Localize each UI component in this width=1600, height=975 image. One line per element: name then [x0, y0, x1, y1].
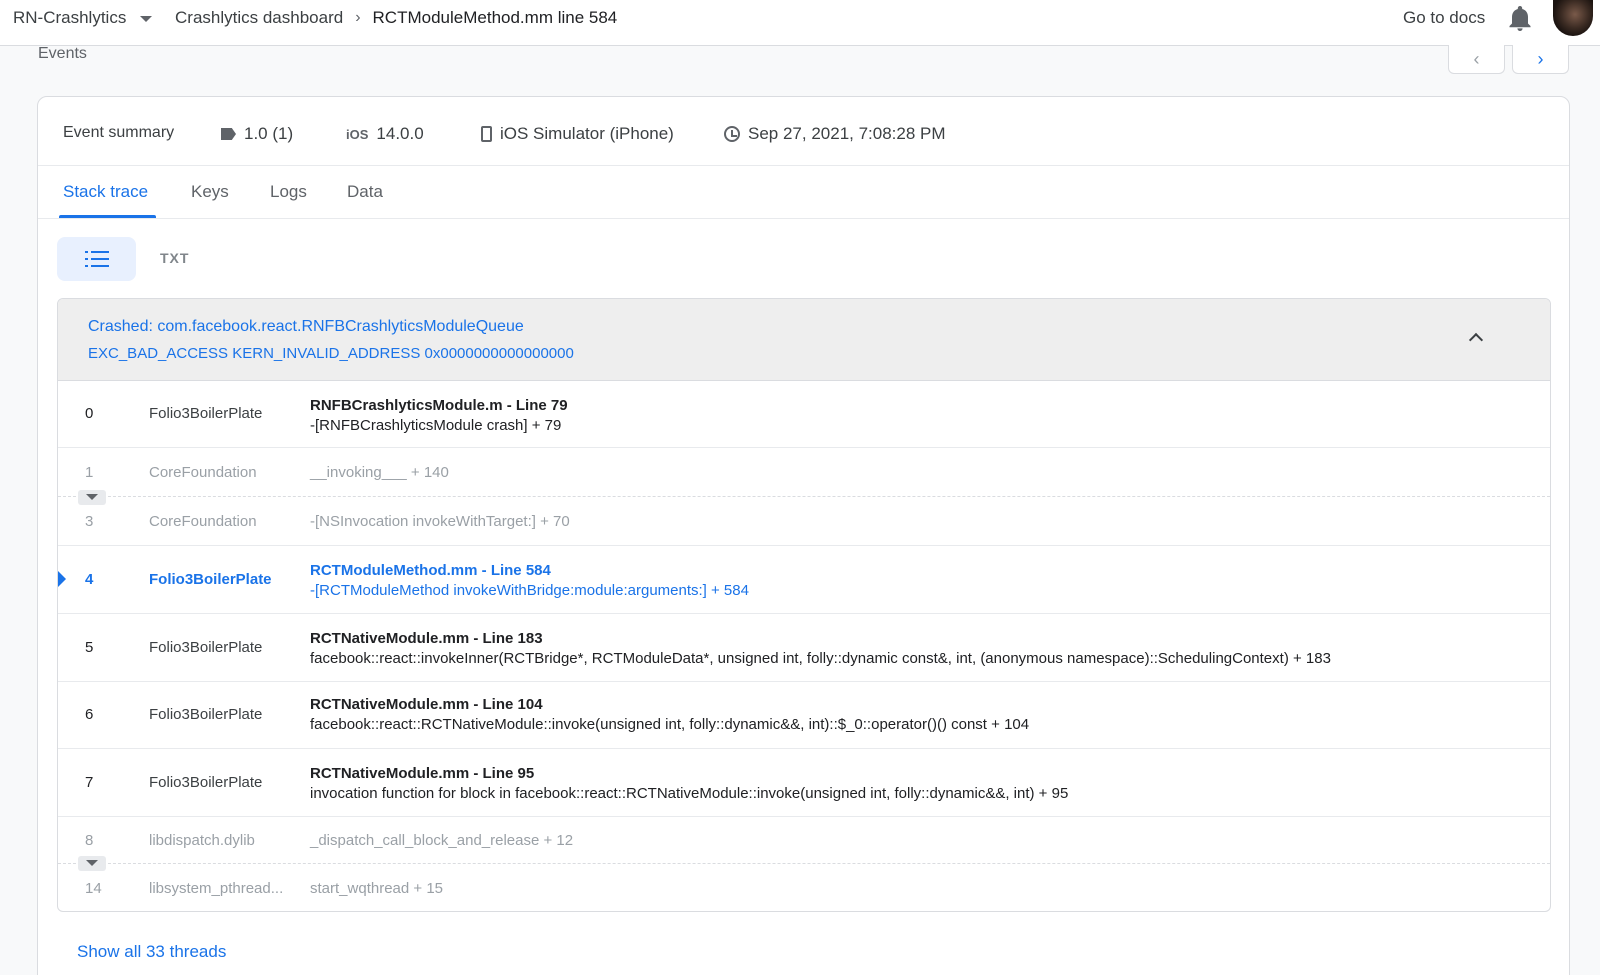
clock-icon: [724, 126, 740, 142]
stack-frame[interactable]: 0 Folio3BoilerPlate RNFBCrashlyticsModul…: [58, 381, 1550, 448]
frame-symbol: RCTModuleMethod.mm - Line 584 -[RCTModul…: [310, 562, 749, 599]
app-version-value: 1.0 (1): [244, 124, 294, 143]
event-time-value: Sep 27, 2021, 7:08:28 PM: [748, 124, 946, 143]
stack-frame[interactable]: 8 libdispatch.dylib _dispatch_call_block…: [58, 817, 1550, 864]
exception-type: EXC_BAD_ACCESS KERN_INVALID_ADDRESS 0x00…: [88, 345, 574, 362]
next-event-button[interactable]: ›: [1512, 45, 1569, 74]
avatar[interactable]: [1553, 0, 1593, 36]
frame-symbol: _dispatch_call_block_and_release + 12: [310, 832, 573, 849]
frame-detail: -[NSInvocation invokeWithTarget:] + 70: [310, 513, 570, 530]
breadcrumb: Crashlytics dashboard › RCTModuleMethod.…: [175, 8, 617, 28]
show-all-threads-link[interactable]: Show all 33 threads: [77, 942, 226, 962]
frame-symbol: __invoking___ + 140: [310, 464, 449, 481]
event-card: Event summary 1.0 (1) iOS 14.0.0 iOS Sim…: [37, 96, 1570, 975]
breadcrumb-current: RCTModuleMethod.mm line 584: [372, 8, 618, 27]
frame-detail: -[RCTModuleMethod invokeWithBridge:modul…: [310, 582, 749, 599]
list-icon: [84, 250, 109, 268]
frame-number: 5: [85, 639, 94, 656]
go-to-docs-link[interactable]: Go to docs: [1403, 8, 1485, 28]
frame-library: CoreFoundation: [149, 464, 257, 481]
frame-symbol: start_wqthread + 15: [310, 880, 443, 897]
frame-library: Folio3BoilerPlate: [149, 706, 263, 723]
event-time: Sep 27, 2021, 7:08:28 PM: [724, 124, 946, 144]
tag-icon: [221, 128, 236, 140]
crashed-thread-title: Crashed: com.facebook.react.RNFBCrashlyt…: [88, 318, 524, 335]
frame-symbol: RCTNativeModule.mm - Line 183 facebook::…: [310, 630, 1331, 667]
list-view-toggle[interactable]: [57, 237, 136, 281]
chevron-down-icon: [140, 16, 153, 22]
phone-icon: [481, 126, 492, 142]
events-label: Events: [38, 45, 87, 62]
frame-number: 7: [85, 774, 94, 791]
frame-symbol: -[NSInvocation invokeWithTarget:] + 70: [310, 513, 570, 530]
chevron-right-icon: ›: [355, 9, 361, 26]
os-version-value: 14.0.0: [376, 124, 424, 143]
frame-library: Folio3BoilerPlate: [149, 571, 272, 588]
frame-detail: start_wqthread + 15: [310, 880, 444, 897]
ios-icon: iOS: [346, 126, 369, 142]
frame-symbol: RCTNativeModule.mm - Line 104 facebook::…: [310, 696, 1029, 733]
frame-library: Folio3BoilerPlate: [149, 405, 263, 422]
top-bar: RN-Crashlytics Crashlytics dashboard › R…: [0, 0, 1600, 46]
crashed-thread: Crashed: com.facebook.react.RNFBCrashlyt…: [57, 298, 1551, 912]
app-version: 1.0 (1): [221, 124, 293, 144]
project-name: RN-Crashlytics: [13, 8, 127, 27]
stack-frame-highlighted[interactable]: 4 Folio3BoilerPlate RCTModuleMethod.mm -…: [58, 546, 1550, 614]
frame-file: RCTNativeModule.mm - Line 104: [310, 696, 543, 713]
txt-view-toggle[interactable]: TXT: [160, 250, 189, 266]
frame-number: 4: [85, 571, 94, 588]
frame-file: RNFBCrashlyticsModule.m - Line 79: [310, 397, 568, 414]
frame-detail: invocation function for block in faceboo…: [310, 785, 1069, 802]
event-summary-title: Event summary: [63, 124, 175, 141]
frame-number: 8: [85, 832, 94, 849]
tab-stack-trace[interactable]: Stack trace: [63, 182, 148, 202]
event-tabs: Stack trace Keys Logs Data: [38, 166, 1569, 219]
frame-number: 0: [85, 405, 94, 422]
frame-file: RCTModuleMethod.mm - Line 584: [310, 562, 551, 579]
frame-number: 14: [85, 880, 102, 897]
frame-detail: _dispatch_call_block_and_release + 12: [310, 832, 574, 849]
previous-event-button[interactable]: ‹: [1448, 45, 1505, 74]
chevron-right-icon: ›: [1537, 48, 1544, 69]
stack-frame[interactable]: 14 libsystem_pthread... start_wqthread +…: [58, 864, 1550, 911]
stack-frame[interactable]: 5 Folio3BoilerPlate RCTNativeModule.mm -…: [58, 614, 1550, 682]
frame-detail: -[RNFBCrashlyticsModule crash] + 79: [310, 417, 562, 434]
stack-frame[interactable]: 7 Folio3BoilerPlate RCTNativeModule.mm -…: [58, 749, 1550, 817]
frame-number: 3: [85, 513, 94, 530]
triangle-right-icon: [58, 571, 66, 587]
stack-frame[interactable]: 1 CoreFoundation __invoking___ + 140: [58, 448, 1550, 497]
frame-library: Folio3BoilerPlate: [149, 774, 263, 791]
frame-library: libdispatch.dylib: [149, 832, 255, 849]
active-tab-indicator: [59, 215, 156, 218]
device: iOS Simulator (iPhone): [481, 124, 674, 144]
chevron-up-icon[interactable]: [1467, 329, 1485, 347]
stack-frame[interactable]: 3 CoreFoundation -[NSInvocation invokeWi…: [58, 497, 1550, 546]
frame-symbol: RCTNativeModule.mm - Line 95 invocation …: [310, 765, 1068, 802]
frame-number: 1: [85, 464, 94, 481]
frame-file: RCTNativeModule.mm - Line 183: [310, 630, 543, 647]
tab-data[interactable]: Data: [347, 182, 383, 202]
project-selector[interactable]: RN-Crashlytics: [13, 8, 153, 28]
frame-number: 6: [85, 706, 94, 723]
chevron-left-icon: ‹: [1473, 48, 1480, 69]
bell-icon[interactable]: [1508, 6, 1532, 32]
frame-library: libsystem_pthread...: [149, 880, 284, 897]
frame-detail: __invoking___ + 140: [310, 464, 449, 481]
os-version: iOS 14.0.0: [346, 124, 424, 144]
frame-library: CoreFoundation: [149, 513, 257, 530]
device-value: iOS Simulator (iPhone): [500, 124, 674, 143]
breadcrumb-dashboard-link[interactable]: Crashlytics dashboard: [175, 8, 343, 28]
frame-detail: facebook::react::RCTNativeModule::invoke…: [310, 716, 1030, 733]
thread-header[interactable]: Crashed: com.facebook.react.RNFBCrashlyt…: [58, 299, 1550, 381]
event-summary: Event summary 1.0 (1) iOS 14.0.0 iOS Sim…: [38, 97, 1569, 166]
frame-file: RCTNativeModule.mm - Line 95: [310, 765, 535, 782]
frame-library: Folio3BoilerPlate: [149, 639, 263, 656]
stack-frame[interactable]: 6 Folio3BoilerPlate RCTNativeModule.mm -…: [58, 682, 1550, 749]
tab-keys[interactable]: Keys: [191, 182, 229, 202]
frame-detail: facebook::react::invokeInner(RCTBridge*,…: [310, 650, 1331, 667]
tab-logs[interactable]: Logs: [270, 182, 307, 202]
frame-symbol: RNFBCrashlyticsModule.m - Line 79 -[RNFB…: [310, 397, 568, 434]
